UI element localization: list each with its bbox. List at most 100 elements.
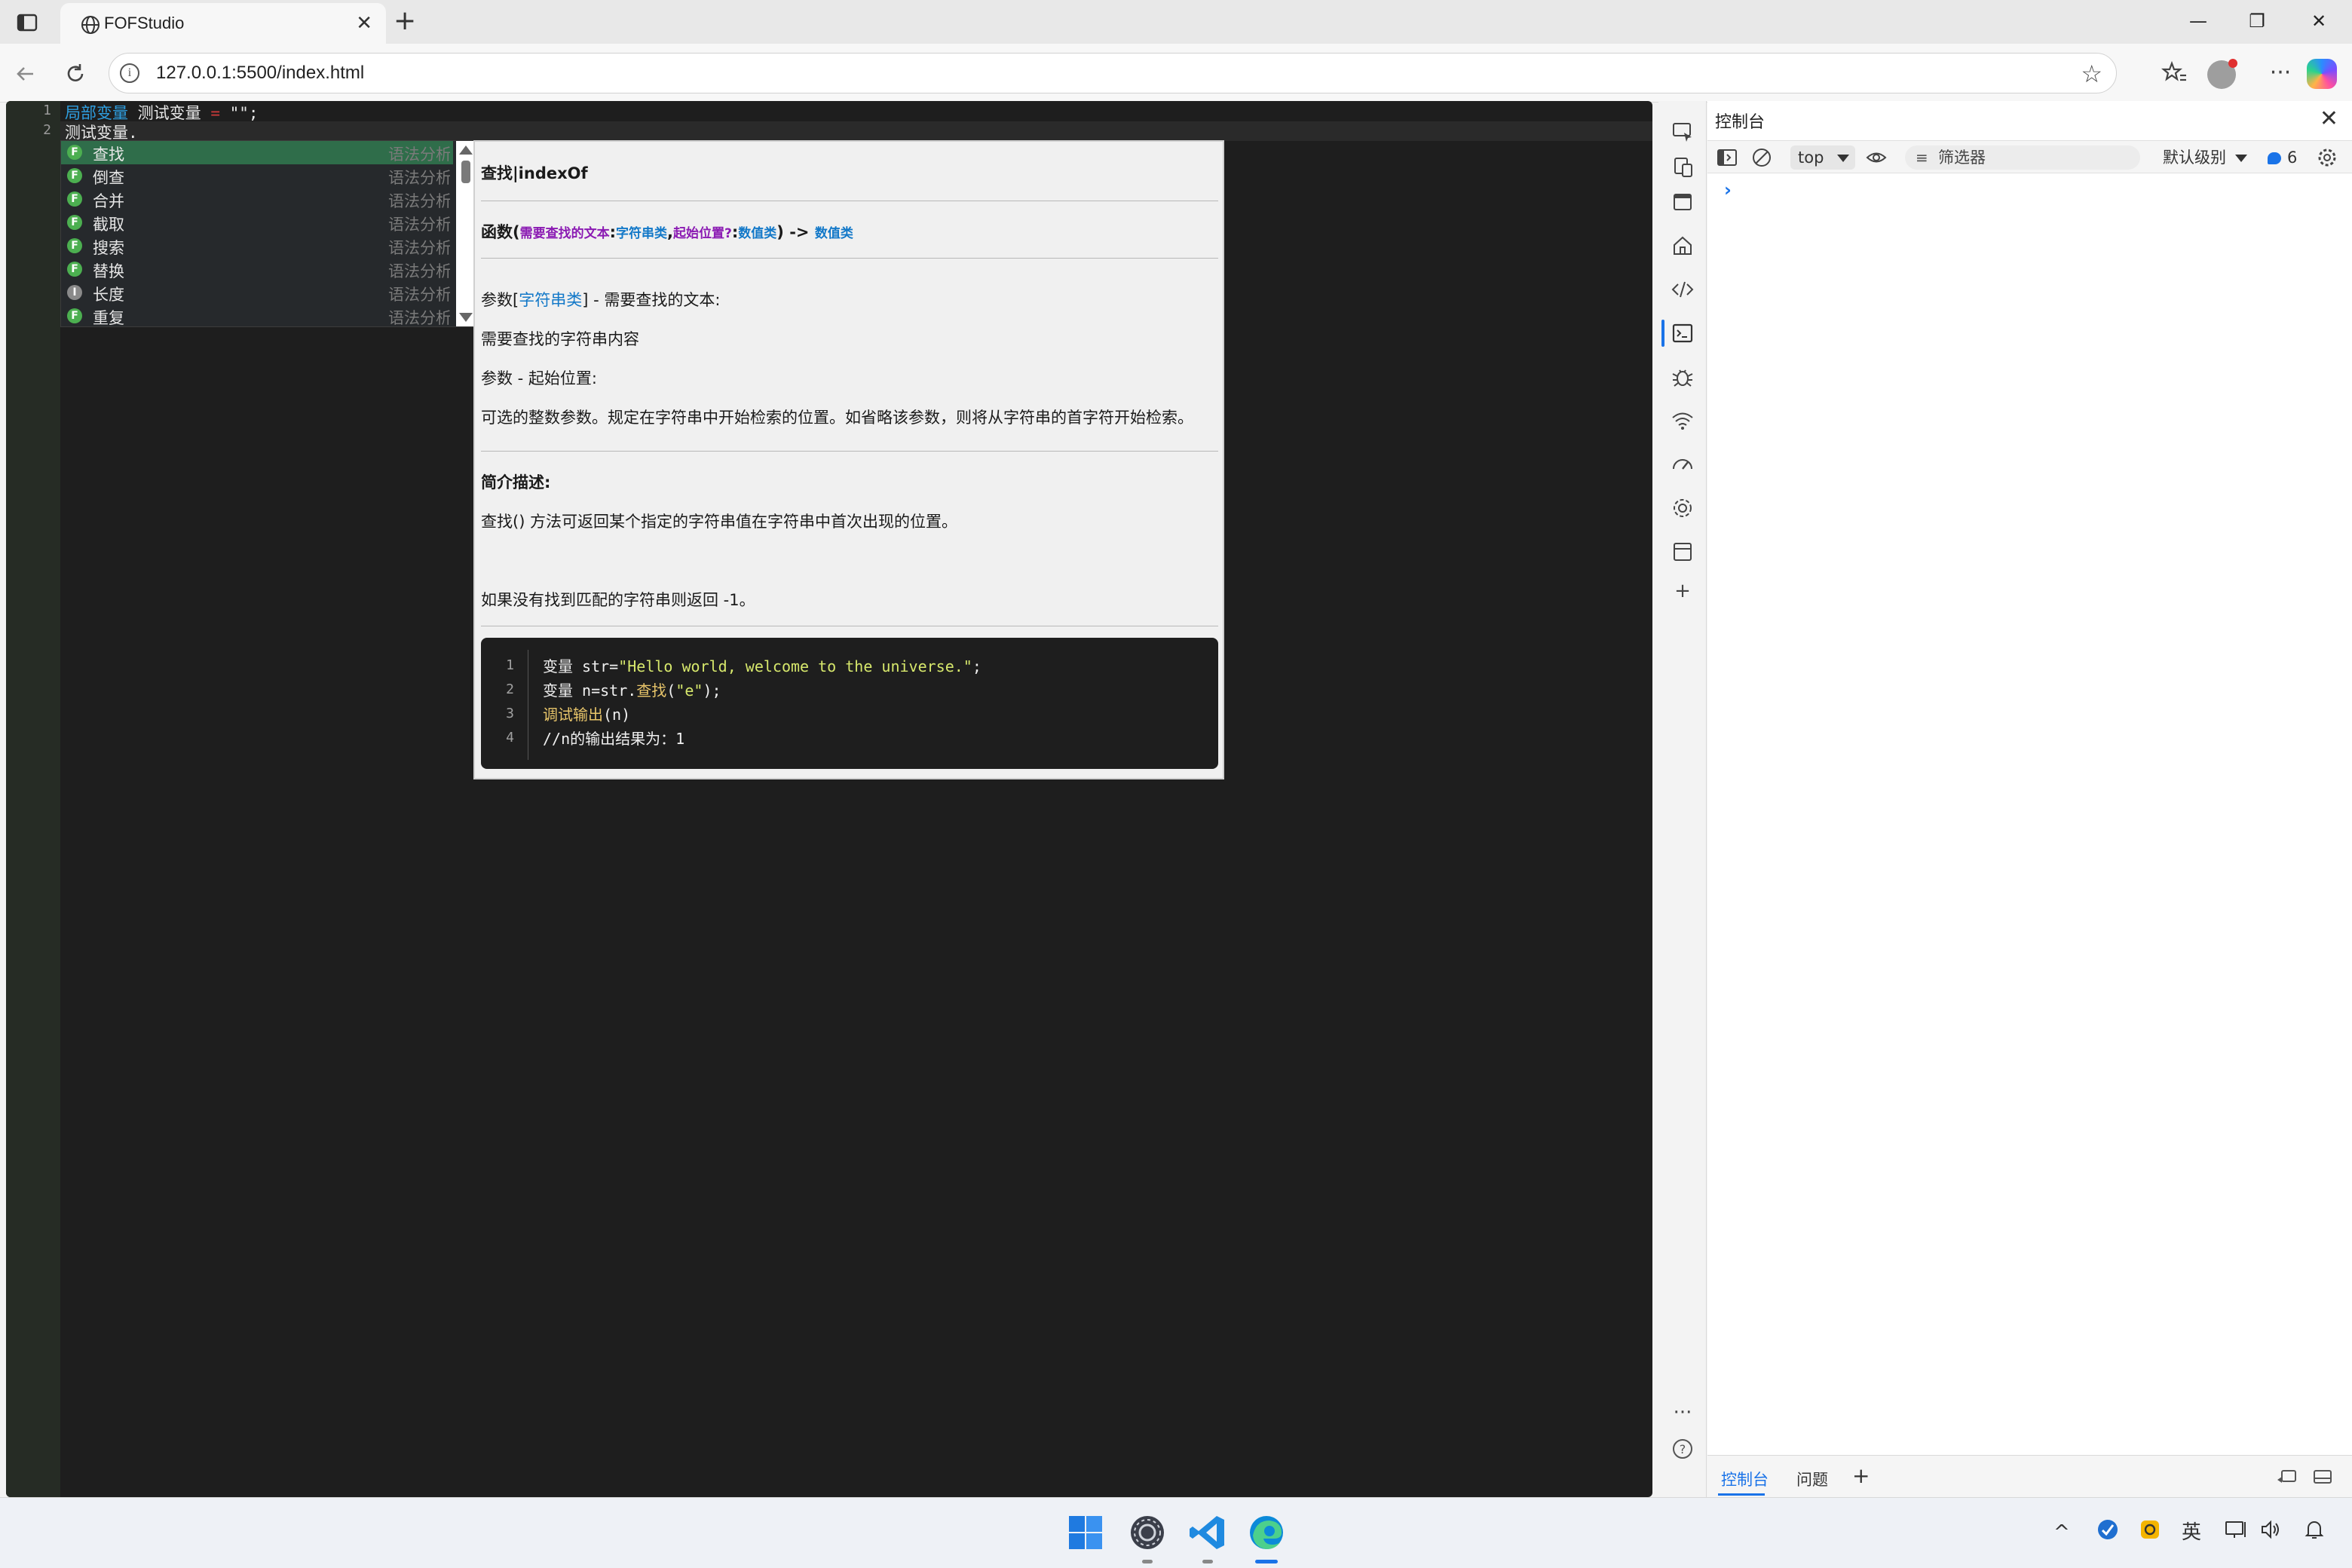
dock-bottom-icon[interactable] <box>2311 1465 2335 1493</box>
new-tab-button[interactable]: + <box>394 8 416 35</box>
windows-start-icon[interactable] <box>1066 1513 1105 1552</box>
code-editor[interactable]: 1 2 局部变量 测试变量 = ""; 测试变量. F 查找 语法分析 F 倒查 语法分… <box>6 101 1652 1497</box>
info-icon[interactable]: i <box>120 63 139 83</box>
autocomplete-label: 查找 <box>93 145 124 164</box>
sig-type-1: 字符串类 <box>616 226 668 241</box>
network-wifi-icon[interactable] <box>1669 407 1696 434</box>
more-icon[interactable]: ··· <box>2265 57 2296 89</box>
line-number-gutter <box>6 101 60 1497</box>
profile-avatar[interactable] <box>2207 59 2237 89</box>
settings-cog-icon[interactable] <box>1669 495 1696 522</box>
function-badge-icon: F <box>67 191 82 207</box>
vscode-icon[interactable] <box>1188 1513 1227 1552</box>
autocomplete-item[interactable]: F 替换 语法分析 <box>61 258 453 281</box>
summary-text: 查找() 方法可返回某个指定的字符串值在字符串中首次出现的位置。 <box>481 513 958 531</box>
autocomplete-item[interactable]: F 截取 语法分析 <box>61 211 453 234</box>
minimize-button[interactable]: — <box>2183 8 2213 35</box>
browser-tab-strip: FOFStudio ✕ + — ❐ ✕ <box>0 0 2352 44</box>
autocomplete-item[interactable]: F 重复 语法分析 <box>61 305 453 328</box>
url-text[interactable]: 127.0.0.1:5500/index.html <box>156 63 364 84</box>
debug-bug-icon[interactable] <box>1669 363 1696 390</box>
active-tab-underline <box>1718 1493 1765 1496</box>
refresh-icon[interactable] <box>60 59 90 89</box>
restore-button[interactable]: ❐ <box>2242 8 2272 35</box>
address-bar[interactable]: i 127.0.0.1:5500/index.html ☆ <box>109 53 2117 93</box>
filter-input[interactable]: ≡ 筛选器 <box>1905 145 2140 170</box>
code-token: ; <box>972 657 982 675</box>
param-1-desc: 需要查找的字符串内容 <box>481 330 639 348</box>
gear-icon[interactable] <box>2315 145 2339 170</box>
notification-bell-icon[interactable] <box>2302 1517 2326 1551</box>
autocomplete-item[interactable]: F 搜索 语法分析 <box>61 234 453 258</box>
network-icon[interactable] <box>2224 1517 2249 1551</box>
rail-more-icon[interactable]: ··· <box>1669 1399 1696 1426</box>
example-line-4: //n的输出结果为：1 <box>543 730 685 748</box>
volume-icon[interactable] <box>2259 1517 2283 1551</box>
add-tool-icon[interactable]: + <box>1669 577 1696 605</box>
browser-tab[interactable]: FOFStudio ✕ <box>60 3 386 44</box>
sig-prefix: 函数( <box>481 223 520 241</box>
example-line-1: 变量 str="Hello world, welcome to the univ… <box>543 654 982 676</box>
scroll-thumb[interactable] <box>461 161 470 183</box>
clear-console-icon[interactable] <box>1750 145 1774 170</box>
function-badge-icon: F <box>67 238 82 253</box>
autocomplete-item[interactable]: F 倒查 语法分析 <box>61 164 453 188</box>
windows-taskbar: ^ 英 <box>0 1497 2352 1568</box>
add-tab-button[interactable]: + <box>1852 1463 1870 1488</box>
favorites-icon[interactable] <box>2159 57 2191 89</box>
tray-shield-icon[interactable] <box>2138 1517 2162 1551</box>
navigation-bar: i 127.0.0.1:5500/index.html ☆ ··· <box>0 44 2352 103</box>
log-level-select[interactable]: 默认级别 <box>2163 145 2247 170</box>
drawer-tabs: 控制台 问题 + <box>1707 1455 2352 1497</box>
message-count-badge[interactable]: 6 <box>2268 145 2297 170</box>
autocomplete-label: 搜索 <box>93 239 124 257</box>
context-select[interactable]: top <box>1790 145 1855 170</box>
window-close-button[interactable]: ✕ <box>2304 8 2334 35</box>
devtools-activity-bar: + ··· ? <box>1658 101 1707 1497</box>
performance-icon[interactable] <box>1669 451 1696 478</box>
device-emulation-icon[interactable] <box>1669 154 1696 181</box>
tab-issues[interactable]: 问题 <box>1796 1468 1828 1490</box>
eye-icon[interactable] <box>1864 145 1888 170</box>
show-hidden-icons-caret[interactable]: ^ <box>2053 1517 2070 1548</box>
copilot-icon[interactable] <box>2307 59 2337 89</box>
divider <box>481 451 1218 452</box>
scroll-up-icon[interactable] <box>459 145 473 155</box>
console-prompt[interactable]: › <box>1724 179 1732 201</box>
autocomplete-item[interactable]: F 合并 语法分析 <box>61 188 453 211</box>
autocomplete-item[interactable]: I 长度 语法分析 <box>61 281 453 305</box>
function-badge-icon: F <box>67 168 82 183</box>
autocomplete-label: 重复 <box>93 309 124 327</box>
window-icon[interactable] <box>1669 188 1696 216</box>
console-icon[interactable] <box>1669 320 1696 347</box>
application-icon[interactable] <box>1669 538 1696 565</box>
devtools-close-icon[interactable]: ✕ <box>2320 106 2338 132</box>
sig-type-2: 数值类 <box>738 226 777 241</box>
sidebar-toggle-icon[interactable] <box>1715 145 1739 170</box>
ime-indicator[interactable]: 英 <box>2182 1517 2201 1548</box>
divider <box>481 258 1218 259</box>
tab-console[interactable]: 控制台 <box>1721 1468 1769 1490</box>
home-icon[interactable] <box>1669 232 1696 259</box>
help-icon[interactable]: ? <box>1669 1435 1696 1462</box>
star-icon[interactable]: ☆ <box>2081 60 2102 88</box>
elements-icon[interactable] <box>1669 276 1696 303</box>
autocomplete-item[interactable]: F 查找 语法分析 <box>61 141 453 164</box>
param-1-type-link[interactable]: 字符串类 <box>519 291 582 309</box>
autocomplete-type: 语法分析 <box>388 239 450 257</box>
undock-icon[interactable] <box>2274 1465 2298 1493</box>
running-indicator <box>1142 1560 1153 1563</box>
edge-icon[interactable] <box>1247 1513 1286 1552</box>
tab-close-icon[interactable]: ✕ <box>356 14 372 33</box>
tray-app-icon[interactable] <box>2096 1517 2120 1551</box>
app-icon[interactable] <box>1128 1513 1167 1552</box>
autocomplete-list[interactable]: F 查找 语法分析 F 倒查 语法分析 F 合并 语法分析 F 截取 语法分析 F 搜索 语法分析 … <box>60 140 476 327</box>
scroll-down-icon[interactable] <box>459 313 473 322</box>
sidebar-icon[interactable] <box>14 9 41 36</box>
devtools-panel: 控制台 ✕ top ≡ 筛选器 默认级别 6 › 控制台 问题 + <box>1707 101 2352 1497</box>
sig-comma: , <box>667 223 673 241</box>
back-icon[interactable] <box>11 59 41 89</box>
code-token: (n) <box>603 706 631 724</box>
inspect-icon[interactable] <box>1669 118 1696 145</box>
code-token: ); <box>703 681 721 700</box>
